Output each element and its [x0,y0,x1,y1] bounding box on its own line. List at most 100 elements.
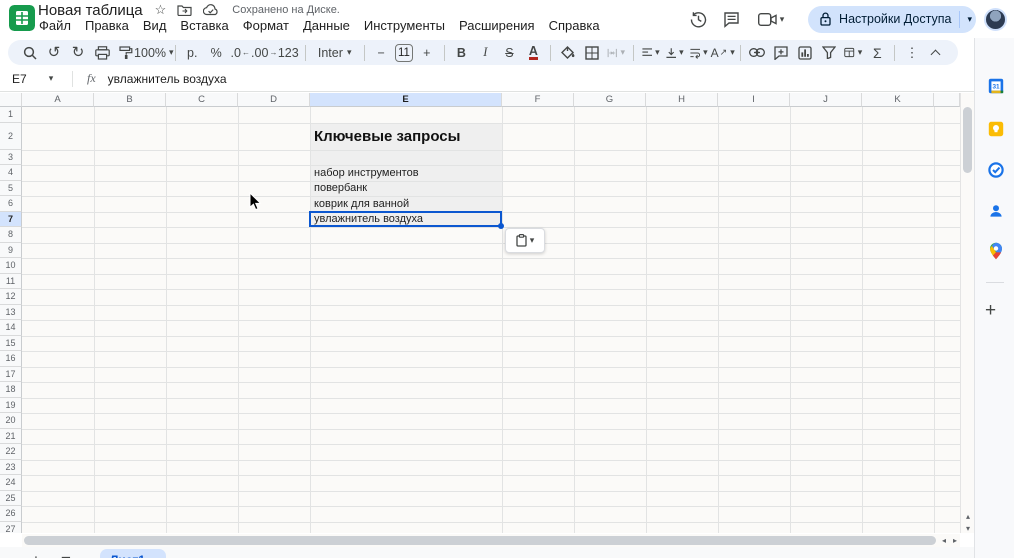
cell-E5[interactable]: повербанк [311,181,501,197]
row-header-23[interactable]: 23 [0,459,22,475]
calendar-icon[interactable]: 31 [987,77,1004,94]
menu-item-8[interactable]: Справка [542,17,607,34]
row-header-13[interactable]: 13 [0,304,22,320]
text-wrap-button[interactable]: ▾ [688,42,710,64]
row-header-5[interactable]: 5 [0,180,22,196]
row-header-17[interactable]: 17 [0,366,22,382]
fill-handle[interactable] [498,223,504,229]
spreadsheet-grid[interactable]: ▾ A B C D E F G H I J K 1 2 3 4 5 6 7 8 9 10 11 12 13 14 15 16 17 18… [0,93,960,533]
redo-button[interactable]: ↻ [67,42,89,64]
row-header-3[interactable]: 3 [0,149,22,165]
meet-camera-icon[interactable]: ▾ [749,4,793,34]
maps-icon[interactable] [987,242,1004,259]
row-header-24[interactable]: 24 [0,475,22,491]
menu-item-0[interactable]: Файл [32,17,78,34]
create-filter-button[interactable] [818,42,840,64]
cell-E6[interactable]: коврик для ванной [311,196,501,212]
row-header-2[interactable]: 2 [0,122,22,150]
cell-E4[interactable]: набор инструментов [311,165,501,181]
name-box[interactable]: E7 ▾ [0,72,72,86]
zoom-select[interactable]: 100% ▾ [134,42,174,64]
share-caret-icon[interactable]: ▾ [967,14,972,25]
column-header-partial[interactable] [934,93,960,107]
row-header-4[interactable]: 4 [0,165,22,181]
merge-cells-button[interactable]: ▾ [605,42,627,64]
column-header-J[interactable]: J [790,93,862,107]
row-header-26[interactable]: 26 [0,506,22,522]
avatar[interactable] [984,7,1007,31]
contacts-icon[interactable] [987,202,1004,219]
row-header-1[interactable]: 1 [0,107,22,123]
row-header-15[interactable]: 15 [0,335,22,351]
paste-options-widget[interactable]: ▾ [505,228,545,253]
row-header-21[interactable]: 21 [0,428,22,444]
version-history-icon[interactable] [683,4,713,34]
meet-caret-icon[interactable]: ▾ [780,14,785,25]
increase-font-size-button[interactable]: + [416,42,438,64]
decrease-decimal-button[interactable]: .0 ← [229,42,251,64]
row-header-27[interactable]: 27 [0,521,22,533]
insert-link-button[interactable] [746,42,768,64]
menu-item-4[interactable]: Формат [236,17,296,34]
cell-E2[interactable]: Ключевые запросы [311,123,501,150]
vertical-scrollbar[interactable]: ▴ ▾ [960,93,974,533]
number-format-button[interactable]: 123 [277,42,299,64]
insert-comment-button[interactable] [770,42,792,64]
row-header-11[interactable]: 11 [0,273,22,289]
row-header-7[interactable]: 7 [0,211,22,227]
font-size-input[interactable]: 11 [395,43,413,62]
all-sheets-button[interactable]: ≡ [54,549,78,558]
bold-button[interactable]: B [450,42,472,64]
row-header-20[interactable]: 20 [0,413,22,429]
scroll-right-button[interactable]: ▸ [949,534,961,547]
comments-icon[interactable] [716,4,746,34]
column-header-D[interactable]: D [238,93,310,107]
undo-button[interactable]: ↺ [43,42,65,64]
column-header-I[interactable]: I [718,93,790,107]
scroll-up-button[interactable]: ▴ [961,510,975,522]
scroll-down-button[interactable]: ▾ [961,522,975,534]
italic-button[interactable]: I [474,42,496,64]
font-select[interactable]: Inter ▾ [312,42,358,64]
more-options-button[interactable]: ⋮ [901,42,923,64]
menu-item-3[interactable]: Вставка [173,17,235,34]
menu-item-5[interactable]: Данные [296,17,357,34]
grid-corner[interactable] [0,93,22,107]
functions-button[interactable]: Σ [866,42,888,64]
print-button[interactable] [91,42,113,64]
vertical-align-button[interactable]: ▾ [664,42,686,64]
selected-cell-outline[interactable] [309,210,502,227]
formula-input[interactable]: увлажнитель воздуха [108,72,227,86]
paste-caret-icon[interactable]: ▾ [530,235,535,246]
strikethrough-button[interactable]: S [498,42,520,64]
fill-color-button[interactable] [557,42,579,64]
tasks-icon[interactable] [987,161,1004,178]
column-header-K[interactable]: K [862,93,934,107]
row-header-6[interactable]: 6 [0,196,22,212]
row-header-16[interactable]: 16 [0,351,22,367]
sheet-tab-active[interactable]: Лист1 ▾ [100,549,166,558]
row-header-25[interactable]: 25 [0,490,22,506]
menu-item-6[interactable]: Инструменты [357,17,452,34]
cloud-saved-icon[interactable] [203,4,219,16]
menu-item-1[interactable]: Правка [78,17,136,34]
row-header-10[interactable]: 10 [0,258,22,274]
add-sheet-button[interactable]: + [24,549,48,558]
horizontal-align-button[interactable]: ▾ [640,42,662,64]
row-header-19[interactable]: 19 [0,397,22,413]
text-color-button[interactable]: A [522,42,544,64]
horizontal-scrollbar[interactable]: ◂ ▸ [22,534,960,547]
row-header-9[interactable]: 9 [0,242,22,258]
hide-menus-button[interactable] [925,42,947,64]
horizontal-scrollbar-thumb[interactable] [24,536,936,545]
increase-decimal-button[interactable]: .00 → [251,42,277,64]
menu-item-7[interactable]: Расширения [452,17,542,34]
share-button[interactable]: Настройки Доступа ▾ [808,5,976,33]
text-rotation-button[interactable]: A ↗ ▾ [711,42,735,64]
currency-format-button[interactable]: р. [181,42,203,64]
row-header-22[interactable]: 22 [0,444,22,460]
search-button[interactable] [19,42,41,64]
column-header-E[interactable]: E [310,93,502,107]
row-header-12[interactable]: 12 [0,289,22,305]
column-header-B[interactable]: B [94,93,166,107]
